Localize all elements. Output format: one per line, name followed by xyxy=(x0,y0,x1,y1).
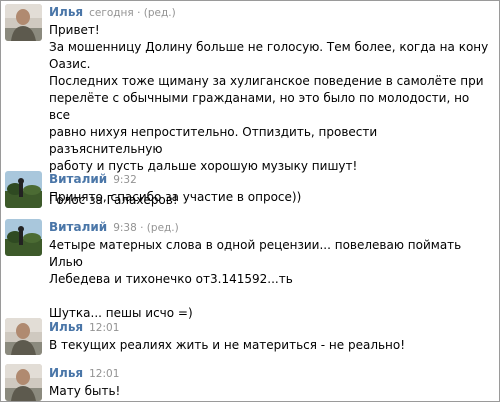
avatar-ilya[interactable] xyxy=(5,364,42,401)
author-name[interactable]: Илья xyxy=(49,320,83,334)
avatar-ilya[interactable] xyxy=(5,318,42,355)
chat-message: Илья 12:01 Мату быть! xyxy=(1,361,499,401)
message-meta: Виталий 9:32 xyxy=(49,170,137,186)
chat-window: Илья сегодня · (ред.) Привет! За мошенниц… xyxy=(0,0,500,402)
message-meta: Виталий 9:38 · (ред.) xyxy=(49,218,179,234)
avatar-vitaliy[interactable] xyxy=(5,171,42,208)
message-text: В текущих реалиях жить и не материться -… xyxy=(49,338,406,352)
avatar-vitaliy[interactable] xyxy=(5,219,42,256)
message-time[interactable]: сегодня · (ред.) xyxy=(89,7,176,19)
message-meta: Илья 12:01 xyxy=(49,364,119,380)
message-time[interactable]: 12:01 xyxy=(89,322,119,334)
avatar-vitaliy-image xyxy=(5,219,42,256)
chat-message: Виталий 9:32 Принято, спасибо за участие … xyxy=(1,167,499,211)
message-time[interactable]: 9:38 · (ред.) xyxy=(113,222,179,234)
author-name[interactable]: Виталий xyxy=(49,172,107,186)
chat-message: Илья 12:01 В текущих реалиях жить и не ма… xyxy=(1,315,499,359)
avatar-vitaliy-image xyxy=(5,171,42,208)
message-text: Мату быть! xyxy=(49,384,121,398)
message-text: 4етыре матерных слова в одной рецензии..… xyxy=(49,238,462,320)
avatar-ilya-image xyxy=(5,4,42,41)
author-name[interactable]: Илья xyxy=(49,366,83,380)
message-meta: Илья сегодня · (ред.) xyxy=(49,3,176,19)
message-meta: Илья 12:01 xyxy=(49,318,119,334)
message-time[interactable]: 12:01 xyxy=(89,368,119,380)
chat-message: Илья сегодня · (ред.) Привет! За мошенниц… xyxy=(1,1,499,207)
message-time[interactable]: 9:32 xyxy=(113,174,137,186)
author-name[interactable]: Илья xyxy=(49,5,83,19)
chat-message: Виталий 9:38 · (ред.) 4етыре матерных сло… xyxy=(1,215,499,320)
message-text: Принято, спасибо за участие в опросе)) xyxy=(49,190,302,204)
avatar-ilya[interactable] xyxy=(5,4,42,41)
avatar-ilya-image xyxy=(5,318,42,355)
author-name[interactable]: Виталий xyxy=(49,220,107,234)
avatar-ilya-image xyxy=(5,364,42,401)
